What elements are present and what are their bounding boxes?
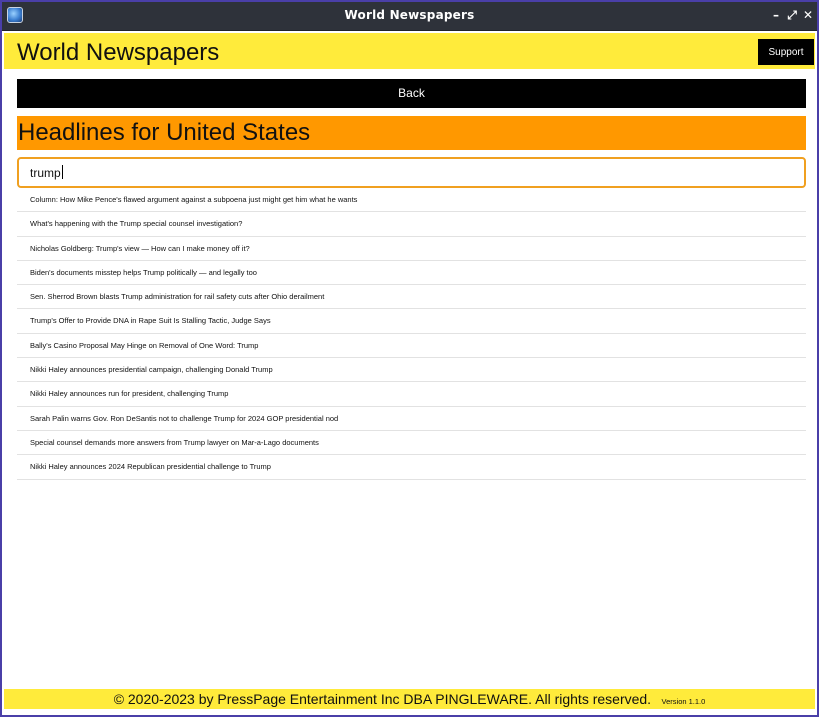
close-icon[interactable]: ✕ bbox=[801, 7, 815, 23]
footer: © 2020-2023 by PressPage Entertainment I… bbox=[4, 689, 815, 709]
window-bottom-strip bbox=[4, 709, 815, 715]
app-title: World Newspapers bbox=[17, 39, 220, 66]
headline-item[interactable]: Column: How Mike Pence's flawed argument… bbox=[17, 188, 806, 213]
headline-list: Column: How Mike Pence's flawed argument… bbox=[17, 188, 806, 480]
headline-item[interactable]: Nicholas Goldberg: Trump's view — How ca… bbox=[17, 237, 806, 261]
headline-item[interactable]: Biden's documents misstep helps Trump po… bbox=[17, 261, 806, 286]
copyright-text: © 2020-2023 by PressPage Entertainment I… bbox=[113, 691, 652, 707]
minimize-icon[interactable]: – bbox=[769, 7, 783, 23]
version-text: Version 1.1.0 bbox=[661, 697, 706, 706]
page-title: Headlines for United States bbox=[17, 116, 806, 150]
maximize-icon[interactable]: ⤢ bbox=[785, 7, 799, 23]
headline-item[interactable]: Nikki Haley announces run for president,… bbox=[17, 382, 806, 407]
search-input[interactable] bbox=[17, 157, 806, 188]
headline-item[interactable]: What's happening with the Trump special … bbox=[17, 212, 806, 237]
text-caret bbox=[61, 165, 63, 179]
app-window: World Newspapers – ⤢ ✕ World Newspapers … bbox=[0, 0, 819, 717]
headline-item[interactable]: Sen. Sherrod Brown blasts Trump administ… bbox=[17, 285, 806, 310]
headline-item[interactable]: Special counsel demands more answers fro… bbox=[17, 431, 806, 456]
back-button[interactable]: Back bbox=[17, 79, 806, 108]
app-header: World Newspapers Support bbox=[4, 33, 815, 69]
headline-item[interactable]: Trump's Offer to Provide DNA in Rape Sui… bbox=[17, 309, 806, 334]
headline-item[interactable]: Nikki Haley announces 2024 Republican pr… bbox=[17, 455, 806, 480]
window-titlebar[interactable]: World Newspapers – ⤢ ✕ bbox=[2, 2, 817, 31]
headline-item[interactable]: Nikki Haley announces presidential campa… bbox=[17, 358, 806, 383]
window-title: World Newspapers bbox=[344, 8, 475, 22]
headline-item[interactable]: Bally's Casino Proposal May Hinge on Rem… bbox=[17, 334, 806, 359]
support-button[interactable]: Support bbox=[758, 39, 814, 65]
headline-item[interactable]: Sarah Palin warns Gov. Ron DeSantis not … bbox=[17, 407, 806, 431]
